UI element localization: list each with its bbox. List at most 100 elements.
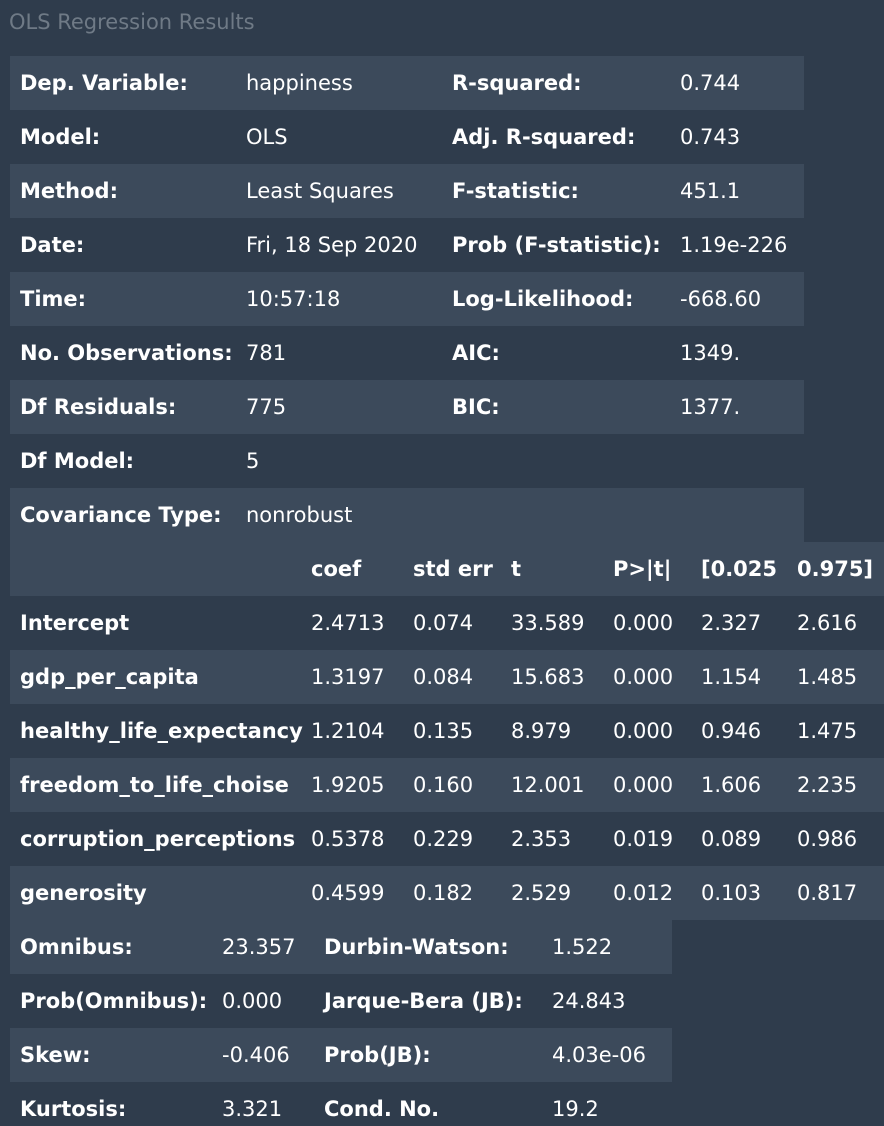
value-cell: 8.979: [506, 704, 608, 758]
summary-row: Df Residuals: 775 BIC: 1377.: [10, 380, 804, 434]
value-cell: 0.089: [696, 812, 792, 866]
value-cell: 1.522: [542, 920, 672, 974]
diagnostics-row: Omnibus: 23.357 Durbin-Watson: 1.522: [10, 920, 672, 974]
value-cell: 0.000: [608, 758, 696, 812]
label-cell: No. Observations:: [10, 326, 236, 380]
label-cell: F-statistic:: [442, 164, 670, 218]
value-cell: 1.485: [792, 650, 884, 704]
label-cell: Df Residuals:: [10, 380, 236, 434]
summary-row: Method: Least Squares F-statistic: 451.1: [10, 164, 804, 218]
label-cell: Model:: [10, 110, 236, 164]
label-cell: Intercept: [10, 596, 306, 650]
value-cell: OLS: [236, 110, 442, 164]
label-cell: Durbin-Watson:: [314, 920, 542, 974]
label-cell: gdp_per_capita: [10, 650, 306, 704]
label-cell: Skew:: [10, 1028, 212, 1082]
value-cell: 0.000: [608, 596, 696, 650]
label-cell: Prob(JB):: [314, 1028, 542, 1082]
value-cell: 451.1: [670, 164, 804, 218]
coefficient-row: healthy_life_expectancy 1.2104 0.135 8.979 0…: [10, 704, 884, 758]
value-cell: 5: [236, 434, 442, 488]
value-cell: 2.529: [506, 866, 608, 920]
column-header: std err: [408, 542, 506, 596]
value-cell: -668.60: [670, 272, 804, 326]
value-cell: 0.744: [670, 56, 804, 110]
diagnostics-row: Prob(Omnibus): 0.000 Jarque-Bera (JB): 24.8…: [10, 974, 672, 1028]
value-cell: 775: [236, 380, 442, 434]
label-cell: Omnibus:: [10, 920, 212, 974]
value-cell: 781: [236, 326, 442, 380]
label-cell: Prob (F-statistic):: [442, 218, 670, 272]
summary-row: Df Model: 5: [10, 434, 804, 488]
value-cell: [670, 488, 804, 542]
value-cell: 1.475: [792, 704, 884, 758]
value-cell: 0.946: [696, 704, 792, 758]
summary-row: Date: Fri, 18 Sep 2020 Prob (F-statistic):…: [10, 218, 804, 272]
value-cell: 12.001: [506, 758, 608, 812]
value-cell: 0.019: [608, 812, 696, 866]
value-cell: 15.683: [506, 650, 608, 704]
value-cell: Least Squares: [236, 164, 442, 218]
value-cell: 0.074: [408, 596, 506, 650]
value-cell: 1.154: [696, 650, 792, 704]
value-cell: 0.084: [408, 650, 506, 704]
label-cell: Time:: [10, 272, 236, 326]
label-cell: freedom_to_life_choise: [10, 758, 306, 812]
value-cell: 10:57:18: [236, 272, 442, 326]
value-cell: happiness: [236, 56, 442, 110]
label-cell: generosity: [10, 866, 306, 920]
coefficient-row: generosity 0.4599 0.182 2.529 0.012 0.103 0.81…: [10, 866, 884, 920]
model-summary-table: Dep. Variable: happiness R-squared: 0.744 Mo…: [10, 56, 804, 542]
value-cell: 0.4599: [306, 866, 408, 920]
diagnostics-row: Skew: -0.406 Prob(JB): 4.03e-06: [10, 1028, 672, 1082]
value-cell: 0.817: [792, 866, 884, 920]
value-cell: 2.235: [792, 758, 884, 812]
value-cell: nonrobust: [236, 488, 442, 542]
label-cell: Prob(Omnibus):: [10, 974, 212, 1028]
value-cell: 3.321: [212, 1082, 314, 1126]
value-cell: 0.135: [408, 704, 506, 758]
coefficient-row: gdp_per_capita 1.3197 0.084 15.683 0.000 1.15…: [10, 650, 884, 704]
coefficient-row: freedom_to_life_choise 1.9205 0.160 12.001 0…: [10, 758, 884, 812]
value-cell: 2.4713: [306, 596, 408, 650]
value-cell: 2.327: [696, 596, 792, 650]
value-cell: 1.19e-226: [670, 218, 804, 272]
label-cell: AIC:: [442, 326, 670, 380]
value-cell: 0.103: [696, 866, 792, 920]
column-header: P>|t|: [608, 542, 696, 596]
value-cell: 1.2104: [306, 704, 408, 758]
label-cell: Dep. Variable:: [10, 56, 236, 110]
value-cell: 1.3197: [306, 650, 408, 704]
summary-row: Time: 10:57:18 Log-Likelihood: -668.60: [10, 272, 804, 326]
value-cell: 19.2: [542, 1082, 672, 1126]
summary-row: Model: OLS Adj. R-squared: 0.743: [10, 110, 804, 164]
value-cell: 33.589: [506, 596, 608, 650]
label-cell: corruption_perceptions: [10, 812, 306, 866]
value-cell: Fri, 18 Sep 2020: [236, 218, 442, 272]
diagnostics-table: Omnibus: 23.357 Durbin-Watson: 1.522 Prob(Om…: [10, 920, 672, 1126]
label-cell: [442, 488, 670, 542]
value-cell: 1377.: [670, 380, 804, 434]
table-caption: OLS Regression Results: [9, 10, 255, 34]
label-cell: Jarque-Bera (JB):: [314, 974, 542, 1028]
label-cell: Df Model:: [10, 434, 236, 488]
coefficients-header-row: coef std err t P>|t| [0.025 0.975]: [10, 542, 884, 596]
column-header: [10, 542, 306, 596]
label-cell: Log-Likelihood:: [442, 272, 670, 326]
column-header: t: [506, 542, 608, 596]
value-cell: [670, 434, 804, 488]
label-cell: healthy_life_expectancy: [10, 704, 306, 758]
value-cell: 0.000: [608, 704, 696, 758]
value-cell: 4.03e-06: [542, 1028, 672, 1082]
value-cell: 0.160: [408, 758, 506, 812]
value-cell: 0.229: [408, 812, 506, 866]
label-cell: Method:: [10, 164, 236, 218]
coefficient-row: corruption_perceptions 0.5378 0.229 2.353 0.…: [10, 812, 884, 866]
label-cell: Adj. R-squared:: [442, 110, 670, 164]
value-cell: 1349.: [670, 326, 804, 380]
value-cell: 0.000: [212, 974, 314, 1028]
summary-row: No. Observations: 781 AIC: 1349.: [10, 326, 804, 380]
value-cell: 24.843: [542, 974, 672, 1028]
value-cell: 0.5378: [306, 812, 408, 866]
coefficients-table: coef std err t P>|t| [0.025 0.975] Intercept 2…: [10, 542, 884, 920]
